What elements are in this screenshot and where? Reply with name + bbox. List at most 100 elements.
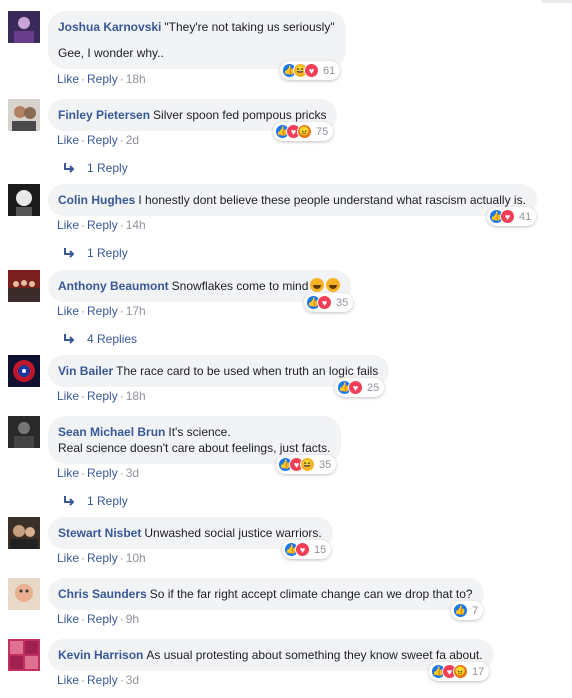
avatar[interactable] [8, 184, 40, 216]
reactions-summary[interactable]: 👍 ♥ 25 [335, 378, 385, 397]
comment-timestamp[interactable]: 17h [126, 304, 146, 318]
comment-text-line2: Real science doesn't care about feelings… [58, 441, 331, 455]
reaction-count: 61 [323, 64, 336, 77]
reactions-summary[interactable]: 👍 ♥ 😠 17 [429, 662, 490, 681]
reply-link[interactable]: Reply [87, 389, 118, 403]
comment-actions: Like · Reply · 14h [57, 218, 146, 232]
replies-count[interactable]: 1 Reply [87, 161, 128, 175]
replies-count[interactable]: 4 Replies [87, 332, 137, 346]
reply-arrow-icon [64, 248, 75, 258]
comment-timestamp[interactable]: 18h [126, 389, 146, 403]
comment-text: It's science. [168, 425, 231, 439]
comment-text: The race card to be used when truth an l… [116, 364, 379, 378]
comment-timestamp[interactable]: 3d [126, 466, 139, 480]
avatar[interactable] [8, 11, 40, 43]
avatar[interactable] [8, 517, 40, 549]
comment-actions: Like · Reply · 3d [57, 673, 140, 687]
reply-arrow-icon [64, 163, 75, 173]
top-strip [0, 0, 572, 6]
reply-link[interactable]: Reply [87, 218, 118, 232]
like-link[interactable]: Like [57, 133, 79, 147]
reactions-summary[interactable]: 👍 ♥ 😆 35 [276, 455, 337, 474]
comment-timestamp[interactable]: 18h [126, 72, 146, 86]
like-link[interactable]: Like [57, 389, 79, 403]
reactions-summary[interactable]: 👍 7 [451, 601, 484, 620]
love-reaction-icon: ♥ [500, 209, 515, 224]
like-link[interactable]: Like [57, 466, 79, 480]
view-replies-link[interactable]: 1 Reply [63, 494, 128, 508]
like-reaction-icon: 👍 [453, 603, 468, 618]
comment-text: So if the far right accept climate chang… [149, 587, 473, 601]
love-reaction-icon: ♥ [304, 63, 319, 78]
comment-author[interactable]: Joshua Karnovski [58, 20, 161, 34]
avatar[interactable] [8, 99, 40, 131]
comment-bubble: Kevin Harrison As usual protesting about … [48, 639, 494, 671]
comment-bubble: Chris Saunders So if the far right accept… [48, 578, 484, 610]
reply-link[interactable]: Reply [87, 612, 118, 626]
reply-link[interactable]: Reply [87, 673, 118, 687]
reactions-summary[interactable]: 👍 ♥ 35 [304, 293, 354, 312]
love-reaction-icon: ♥ [348, 380, 363, 395]
like-link[interactable]: Like [57, 551, 79, 565]
comment-actions: Like · Reply · 3d [57, 466, 140, 480]
comment-actions: Like · Reply · 2d [57, 133, 140, 147]
reaction-count: 35 [319, 458, 332, 471]
comment-author[interactable]: Finley Pietersen [58, 108, 150, 122]
view-replies-link[interactable]: 1 Reply [63, 161, 128, 175]
reactions-summary[interactable]: 👍 😆 ♥ 61 [280, 61, 341, 80]
comment-timestamp[interactable]: 10h [126, 551, 146, 565]
comment-timestamp[interactable]: 14h [126, 218, 146, 232]
reply-link[interactable]: Reply [87, 133, 118, 147]
reactions-summary[interactable]: 👍 ♥ 😠 75 [273, 122, 334, 141]
comment-timestamp[interactable]: 2d [126, 133, 139, 147]
angry-reaction-icon: 😠 [297, 124, 312, 139]
reply-link[interactable]: Reply [87, 466, 118, 480]
comment-actions: Like · Reply · 9h [57, 612, 140, 626]
avatar[interactable] [8, 578, 40, 610]
like-link[interactable]: Like [57, 673, 79, 687]
like-link[interactable]: Like [57, 612, 79, 626]
like-link[interactable]: Like [57, 72, 79, 86]
comment-timestamp[interactable]: 3d [126, 673, 139, 687]
comment-text: Snowflakes come to mind [171, 279, 309, 293]
love-reaction-icon: ♥ [317, 295, 332, 310]
reactions-summary[interactable]: 👍 ♥ 41 [487, 207, 537, 226]
view-replies-link[interactable]: 1 Reply [63, 246, 128, 260]
comment-author[interactable]: Colin Hughes [58, 193, 135, 207]
replies-count[interactable]: 1 Reply [87, 494, 128, 508]
comment-text: "They're not taking us seriously" [164, 20, 335, 34]
comment-timestamp[interactable]: 9h [126, 612, 139, 626]
angry-reaction-icon: 😠 [453, 664, 468, 679]
reaction-count: 41 [519, 210, 532, 223]
reaction-count: 35 [336, 296, 349, 309]
comment-actions: Like · Reply · 10h [57, 551, 146, 565]
comment-text: Unwashed social justice warriors. [144, 526, 322, 540]
comment-author[interactable]: Kevin Harrison [58, 648, 143, 662]
rofl-emoji-icon [326, 278, 341, 292]
view-replies-link[interactable]: 4 Replies [63, 332, 137, 346]
avatar[interactable] [8, 639, 40, 671]
reaction-count: 7 [472, 604, 479, 617]
reaction-count: 75 [316, 125, 329, 138]
avatar[interactable] [8, 270, 40, 302]
comment-author[interactable]: Anthony Beaumont [58, 279, 169, 293]
like-link[interactable]: Like [57, 218, 79, 232]
like-link[interactable]: Like [57, 304, 79, 318]
reply-link[interactable]: Reply [87, 72, 118, 86]
replies-count[interactable]: 1 Reply [87, 246, 128, 260]
reply-link[interactable]: Reply [87, 304, 118, 318]
comment-author[interactable]: Vin Bailer [58, 364, 113, 378]
comment-author[interactable]: Chris Saunders [58, 587, 147, 601]
comment-author[interactable]: Stewart Nisbet [58, 526, 141, 540]
reaction-count: 25 [367, 381, 380, 394]
reactions-summary[interactable]: 👍 ♥ 15 [282, 540, 332, 559]
comment-bubble: Colin Hughes I honestly dont believe thes… [48, 184, 537, 216]
comment-actions: Like · Reply · 18h [57, 389, 146, 403]
reply-arrow-icon [64, 334, 75, 344]
comment-author[interactable]: Sean Michael Brun [58, 425, 165, 439]
avatar[interactable] [8, 355, 40, 387]
avatar[interactable] [8, 416, 40, 448]
top-divider [542, 0, 572, 3]
rofl-emoji-icon [310, 278, 325, 292]
reply-link[interactable]: Reply [87, 551, 118, 565]
